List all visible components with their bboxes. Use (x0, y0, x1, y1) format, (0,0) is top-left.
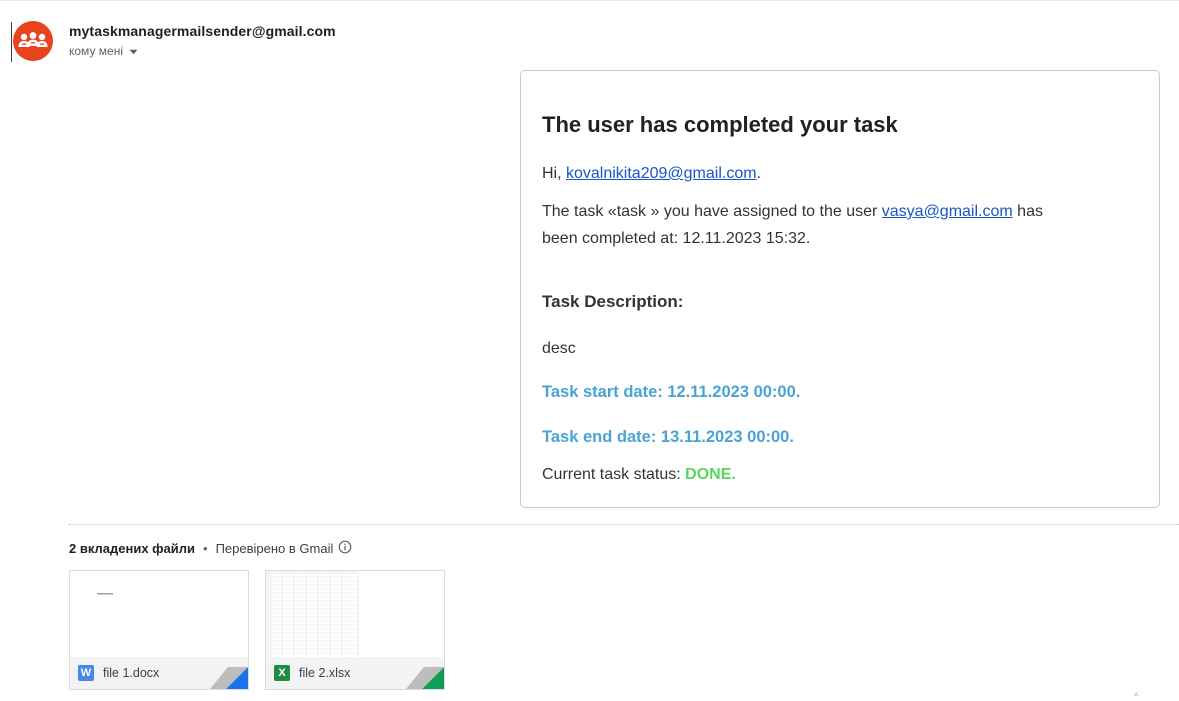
greeting-prefix: Hi, (542, 165, 566, 182)
recipient-details-toggle[interactable]: кому мені (69, 44, 138, 58)
attachment-tile-docx[interactable]: W file 1.docx (69, 570, 249, 690)
separator-dot: • (203, 541, 208, 556)
word-file-icon: W (78, 665, 94, 681)
top-divider (0, 0, 1179, 1)
attachments-header: 2 вкладених файли • Перевірено в Gmail (69, 540, 352, 557)
status-label: Current task status: (542, 466, 686, 483)
greeting-email-link[interactable]: kovalnikita209@gmail.com (566, 165, 757, 182)
task-end-date: Task end date: 13.11.2023 00:00. (542, 428, 794, 446)
scan-label: Перевірено в Gmail (215, 541, 334, 556)
attachment-filename: file 2.xlsx (299, 666, 351, 680)
greeting-line: Hi, kovalnikita209@gmail.com. (542, 160, 761, 187)
completion-line-2: been completed at: 12.11.2023 15:32. (542, 230, 811, 247)
completion-line-1: The task «task » you have assigned to th… (542, 198, 1043, 225)
attachment-filename: file 1.docx (103, 666, 160, 680)
attachments-count: 2 вкладених файли (69, 541, 196, 556)
sender-avatar[interactable] (13, 21, 53, 61)
attachment-tile-xlsx[interactable]: X file 2.xlsx (265, 570, 445, 690)
focus-indicator (11, 22, 12, 62)
status-value: DONE. (685, 466, 736, 483)
recipient-label: кому мені (69, 44, 123, 58)
info-icon[interactable] (338, 540, 352, 557)
file-corner-fold-icon (210, 667, 248, 689)
completion-prefix: The task «task » you have assigned to th… (542, 203, 882, 220)
greeting-suffix: . (756, 165, 761, 182)
file-corner-fold-icon (406, 667, 444, 689)
attachments-divider (69, 524, 1179, 525)
email-body-card: The user has completed your task Hi, kov… (520, 70, 1160, 508)
excel-file-icon: X (274, 665, 290, 681)
status-line: Current task status: DONE. (542, 461, 736, 488)
email-title: The user has completed your task (542, 112, 898, 137)
scroll-up-caret[interactable]: ^ (1134, 691, 1138, 701)
task-start-date: Task start date: 12.11.2023 00:00. (542, 383, 801, 401)
people-group-icon (18, 32, 48, 47)
sender-email[interactable]: mytaskmanagermailsender@gmail.com (69, 23, 336, 39)
assignee-email-link[interactable]: vasya@gmail.com (882, 203, 1013, 220)
description-heading: Task Description: (542, 292, 684, 311)
xlsx-preview (266, 571, 444, 657)
chevron-down-icon (129, 44, 138, 58)
docx-preview (70, 571, 248, 657)
completion-suffix: has (1012, 203, 1043, 220)
description-text: desc (542, 340, 576, 357)
